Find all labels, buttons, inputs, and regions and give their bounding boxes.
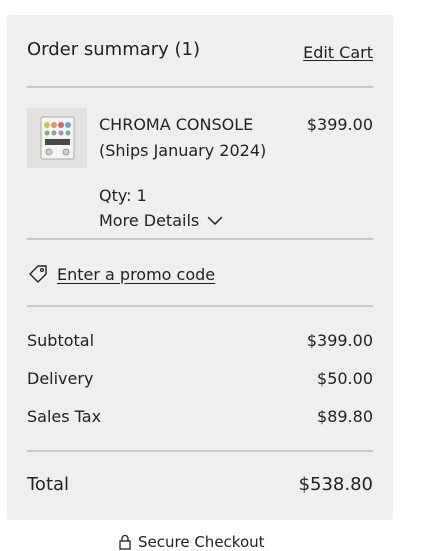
subtotal-row: Subtotal $399.00	[27, 331, 373, 353]
promo-code-label: Enter a promo code	[57, 264, 216, 284]
divider	[27, 86, 373, 88]
order-summary-title: Order summary (1)	[27, 39, 201, 60]
subtotal-value: $399.00	[306, 331, 373, 350]
secure-checkout-label: Secure Checkout	[138, 533, 265, 551]
divider	[27, 238, 373, 240]
product-name-line: CHROMA CONSOLE	[99, 115, 254, 134]
total-row: Total $538.80	[27, 474, 373, 498]
product-name: CHROMA CONSOLE (Ships January 2024)	[99, 112, 289, 164]
divider	[27, 450, 373, 452]
product-shipping-note: (Ships January 2024)	[99, 141, 267, 160]
product-thumbnail	[27, 108, 87, 168]
pedal-image	[27, 108, 87, 168]
subtotal-label: Subtotal	[27, 331, 95, 350]
divider	[27, 305, 373, 307]
cart-item: CHROMA CONSOLE (Ships January 2024) $399…	[27, 108, 373, 231]
delivery-row: Delivery $50.00	[27, 369, 373, 391]
product-quantity: Qty: 1	[99, 186, 147, 205]
sales-tax-label: Sales Tax	[27, 407, 102, 426]
total-value: $538.80	[298, 474, 373, 495]
tag-icon	[29, 265, 47, 283]
sales-tax-value: $89.80	[317, 407, 373, 426]
product-price: $399.00	[306, 115, 373, 134]
delivery-label: Delivery	[27, 369, 94, 388]
promo-code-link[interactable]: Enter a promo code	[27, 262, 215, 286]
chevron-down-icon	[207, 216, 223, 225]
edit-cart-link[interactable]: Edit Cart	[303, 43, 373, 62]
order-summary-content: Order summary (1) Edit Cart CHROMA CONSO…	[27, 15, 373, 520]
secure-checkout: Secure Checkout	[118, 533, 265, 551]
more-details-toggle[interactable]: More Details	[99, 211, 223, 231]
more-details-label: More Details	[99, 211, 200, 230]
order-summary-card: Order summary (1) Edit Cart CHROMA CONSO…	[7, 15, 393, 520]
lock-icon	[119, 534, 131, 550]
sales-tax-row: Sales Tax $89.80	[27, 407, 373, 429]
order-summary-header: Order summary (1) Edit Cart	[27, 39, 373, 65]
total-label: Total	[27, 474, 70, 495]
delivery-value: $50.00	[317, 369, 373, 388]
